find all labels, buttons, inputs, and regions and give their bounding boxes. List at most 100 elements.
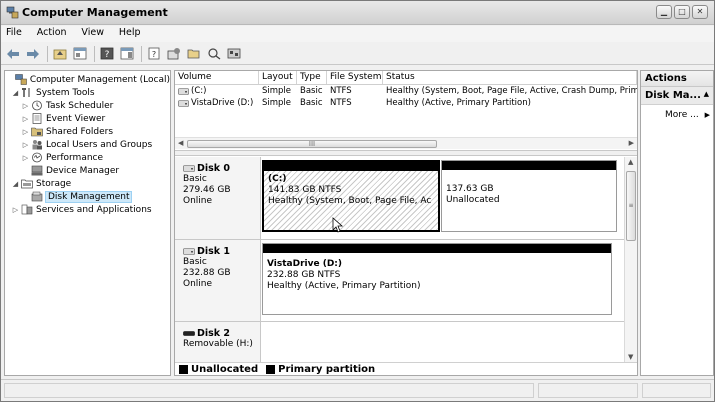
back-arrow-icon[interactable] (4, 45, 22, 62)
table-cell-status: Healthy (Active, Primary Partition) (386, 98, 531, 108)
scrollbar-thumb[interactable]: ≡ (626, 171, 636, 241)
settings-icon[interactable] (165, 45, 183, 62)
tree-item-label: Shared Folders (46, 126, 114, 137)
tree-item-local-users-and-groups[interactable]: ▷ Local Users and Groups (5, 138, 170, 151)
search-icon[interactable] (205, 45, 223, 62)
tree-item-device-manager[interactable]: Device Manager (5, 164, 170, 177)
toolbar-separator (94, 45, 95, 62)
status-panel-2 (538, 383, 638, 398)
partition-name: (C:) (268, 174, 287, 184)
more-actions[interactable]: More ... ▶ (641, 105, 713, 120)
disk-size: 232.88 GB (183, 268, 231, 278)
expand-arrow-icon[interactable]: ▷ (11, 206, 20, 214)
tree-item-performance[interactable]: ▷ Performance (5, 151, 170, 164)
partition-status: Healthy (Active, Primary Partition) (267, 281, 421, 291)
tree-item-storage[interactable]: ◢ Storage (5, 177, 170, 190)
expand-arrow-icon[interactable]: ▷ (21, 128, 30, 136)
column-header-volume[interactable]: Volume (175, 71, 259, 84)
up-folder-icon[interactable] (51, 45, 69, 62)
tree-item-computer-management[interactable]: Computer Management (Local) (5, 73, 170, 86)
services-icon (21, 204, 33, 215)
forward-arrow-icon[interactable] (24, 45, 42, 62)
partition-name: VistaDrive (D:) (267, 259, 343, 269)
tree-item-label: Disk Management (44, 190, 133, 203)
menu-file[interactable]: File (1, 26, 28, 38)
collapse-icon[interactable]: ▲ (704, 90, 709, 98)
toolbar-separator (141, 45, 142, 62)
menu-view[interactable]: View (75, 26, 110, 38)
volume-name: VistaDrive (D:) (191, 98, 254, 108)
scroll-right-icon[interactable]: ▶ (629, 139, 634, 147)
menu-bar: File Action View Help (1, 26, 714, 42)
disk-map: Disk 0 Basic 279.46 GB Online (C:) 141.8… (175, 157, 624, 362)
disk-type: Removable (H:) (183, 339, 253, 349)
properties-icon[interactable]: ? (145, 45, 163, 62)
disk-properties-icon[interactable] (225, 45, 243, 62)
event-log-icon (31, 113, 43, 124)
column-header-file-system[interactable]: File System (327, 71, 383, 84)
expand-arrow-icon[interactable]: ▷ (21, 102, 30, 110)
show-hide-action-pane-icon[interactable] (118, 45, 136, 62)
tree-item-services-and-applications[interactable]: ▷ Services and Applications (5, 203, 170, 216)
collapse-arrow-icon[interactable]: ◢ (11, 89, 20, 97)
collapse-arrow-icon[interactable]: ◢ (11, 180, 20, 188)
maximize-icon[interactable]: □ (674, 5, 690, 19)
window-controls: ▁ □ ✕ (656, 5, 708, 19)
show-hide-tree-icon[interactable] (71, 45, 89, 62)
minimize-icon[interactable]: ▁ (656, 5, 672, 19)
expand-arrow-icon[interactable]: ▷ (21, 115, 30, 123)
tools-icon (21, 87, 33, 98)
mouse-cursor-icon (332, 217, 344, 233)
table-cell-file-system: NTFS (330, 86, 352, 96)
scroll-left-icon[interactable]: ◀ (178, 139, 183, 147)
partition-d[interactable]: VistaDrive (D:) 232.88 GB NTFS Healthy (… (262, 243, 612, 315)
disk-row: Disk 2 Removable (H:) (175, 321, 624, 362)
expand-arrow-icon[interactable]: ▷ (21, 141, 30, 149)
scroll-down-icon[interactable]: ▼ (628, 353, 633, 361)
disk-size: 279.46 GB (183, 185, 231, 195)
actions-pane: Actions Disk Ma... ▲ More ... ▶ (640, 70, 714, 376)
expand-arrow-icon[interactable]: ▷ (21, 154, 30, 162)
partition-c[interactable]: (C:) 141.83 GB NTFS Healthy (System, Boo… (262, 160, 440, 232)
computer-management-icon (6, 6, 19, 19)
column-header-layout[interactable]: Layout (259, 71, 297, 84)
pane-splitter[interactable] (175, 150, 637, 156)
table-cell-layout: Simple (262, 98, 292, 108)
vertical-scrollbar[interactable]: ▲ ≡ ▼ (624, 157, 637, 362)
status-panel-main (4, 383, 534, 398)
disk-info[interactable]: Disk 0 Basic 279.46 GB Online (175, 157, 261, 239)
tree-item-label: Computer Management (Local) (29, 74, 170, 85)
tree-item-shared-folders[interactable]: ▷ Shared Folders (5, 125, 170, 138)
legend-swatch-unallocated (179, 364, 188, 374)
table-row[interactable]: (C:) Simple Basic NTFS Healthy (System, … (175, 85, 637, 97)
help-icon[interactable]: ? (98, 45, 116, 62)
shared-folder-icon (31, 126, 43, 137)
table-row[interactable]: VistaDrive (D:) Simple Basic NTFS Health… (175, 97, 637, 109)
close-icon[interactable]: ✕ (692, 5, 708, 19)
open-folder-icon[interactable] (185, 45, 203, 62)
toolbar: ? ? (1, 43, 714, 65)
menu-action[interactable]: Action (31, 26, 73, 38)
disk-management-icon (31, 191, 43, 202)
horizontal-scrollbar[interactable]: ◀ III ▶ (175, 137, 637, 149)
scroll-up-icon[interactable]: ▲ (628, 158, 633, 166)
column-header-status[interactable]: Status (383, 71, 637, 84)
partition-status: Unallocated (446, 195, 500, 205)
disk-management-pane: Volume Layout Type File System Status (C… (174, 70, 638, 376)
disk-info[interactable]: Disk 1 Basic 232.88 GB Online (175, 240, 261, 321)
submenu-arrow-icon: ▶ (704, 111, 710, 119)
scrollbar-thumb[interactable]: III (187, 140, 437, 148)
menu-help[interactable]: Help (113, 26, 147, 38)
column-header-type[interactable]: Type (297, 71, 327, 84)
tree-item-disk-management[interactable]: Disk Management (5, 190, 170, 203)
clock-icon (31, 100, 43, 111)
tree-item-task-scheduler[interactable]: ▷ Task Scheduler (5, 99, 170, 112)
partition-unallocated[interactable]: 137.63 GB Unallocated (441, 160, 617, 232)
svg-text:?: ? (152, 50, 156, 59)
disk-info[interactable]: Disk 2 Removable (H:) (175, 322, 261, 362)
volume-name: (C:) (191, 86, 207, 96)
tree-item-system-tools[interactable]: ◢ System Tools (5, 86, 170, 99)
actions-section-disk-management[interactable]: Disk Ma... ▲ (641, 87, 713, 105)
tree-item-event-viewer[interactable]: ▷ Event Viewer (5, 112, 170, 125)
volume-list-header: Volume Layout Type File System Status (175, 71, 637, 85)
